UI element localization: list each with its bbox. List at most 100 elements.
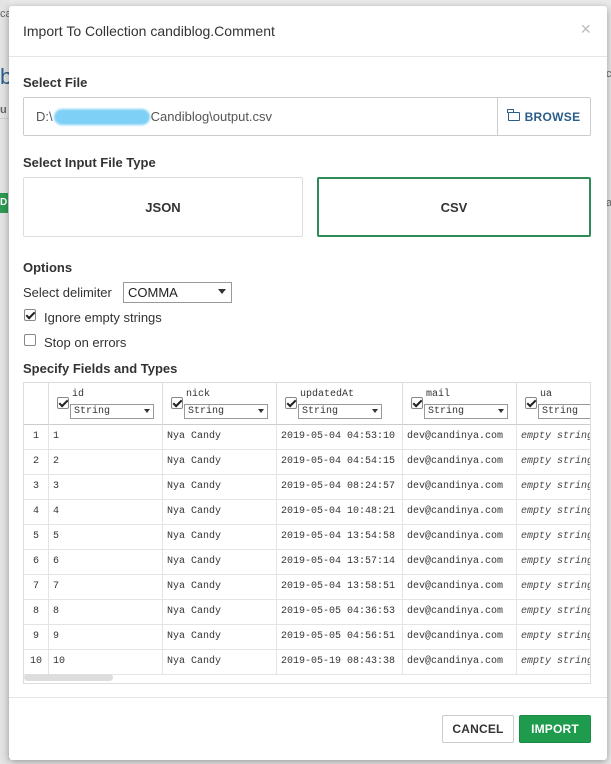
close-icon[interactable]: ×: [580, 19, 591, 40]
table-row: 8 8 Nya Candy 2019-05-05 04:36:53 dev@candin…: [24, 600, 590, 625]
background-fragment: u: [0, 104, 7, 116]
row-number: 2: [32, 456, 39, 467]
column-header-nick: nick String: [162, 383, 276, 425]
table-header: id String nick String updatedAt String m…: [24, 383, 590, 425]
row-number: 3: [32, 481, 39, 492]
table-cell-nick: Nya Candy: [162, 575, 276, 600]
table-cell-nick: Nya Candy: [162, 450, 276, 475]
fields-label: Specify Fields and Types: [23, 361, 178, 376]
stop-on-errors-checkbox[interactable]: [24, 334, 36, 346]
table-row: 4 4 Nya Candy 2019-05-04 10:48:21 dev@candin…: [24, 500, 590, 525]
chevron-down-icon: [498, 409, 504, 413]
column-type-select[interactable]: String: [70, 404, 154, 419]
file-path-input[interactable]: D:\ Candiblog\output.csv: [24, 98, 497, 135]
column-checkbox-id[interactable]: [57, 397, 69, 409]
table-cell-mail: dev@candinya.com: [402, 450, 516, 475]
table-cell-mail: dev@candinya.com: [402, 475, 516, 500]
modal-title: Import To Collection candiblog.Comment: [23, 23, 275, 39]
scrollbar-thumb[interactable]: [24, 674, 113, 681]
column-type-value: String: [74, 406, 111, 417]
table-cell-updatedat: 2019-05-04 13:57:14: [276, 550, 402, 575]
table-cell-id: 6: [48, 550, 162, 575]
table-cell-mail: dev@candinya.com: [402, 575, 516, 600]
column-checkbox-mail[interactable]: [411, 397, 423, 409]
table-row: 6 6 Nya Candy 2019-05-04 13:57:14 dev@candin…: [24, 550, 590, 575]
folder-open-icon: [507, 109, 520, 121]
column-type-value: String: [302, 406, 339, 417]
table-cell-id: 3: [48, 475, 162, 500]
row-number: 4: [32, 506, 39, 517]
table-cell-ua: empty string: [516, 450, 590, 475]
table-cell-updatedat: 2019-05-05 04:36:53: [276, 600, 402, 625]
row-number: 7: [32, 581, 39, 592]
table-cell-mail: dev@candinya.com: [402, 425, 516, 450]
import-modal: Import To Collection candiblog.Comment ×…: [9, 6, 607, 760]
table-cell-ua: empty string: [516, 525, 590, 550]
table-cell-mail: dev@candinya.com: [402, 550, 516, 575]
column-header-updatedat: updatedAt String: [276, 383, 402, 425]
table-cell-id: 2: [48, 450, 162, 475]
table-cell-mail: dev@candinya.com: [402, 600, 516, 625]
table-cell-updatedat: 2019-05-04 13:54:58: [276, 525, 402, 550]
table-cell-ua: empty string: [516, 625, 590, 650]
row-number: 9: [32, 631, 39, 642]
column-header-mail: mail String: [402, 383, 516, 425]
table-cell-updatedat: 2019-05-04 04:53:10: [276, 425, 402, 450]
column-name: mail: [426, 389, 451, 400]
chevron-down-icon: [144, 409, 150, 413]
file-path-suffix: Candiblog\output.csv: [150, 109, 273, 124]
table-cell-updatedat: 2019-05-04 04:54:15: [276, 450, 402, 475]
select-file-label: Select File: [23, 75, 88, 90]
table-row: 3 3 Nya Candy 2019-05-04 08:24:57 dev@candin…: [24, 475, 590, 500]
table-cell-nick: Nya Candy: [162, 500, 276, 525]
column-type-value: String: [188, 406, 225, 417]
delimiter-select[interactable]: COMMA: [123, 282, 232, 303]
redacted-path-segment: [53, 108, 150, 125]
table-cell-nick: Nya Candy: [162, 625, 276, 650]
modal-header: Import To Collection candiblog.Comment ×: [9, 6, 607, 57]
table-row: 5 5 Nya Candy 2019-05-04 13:54:58 dev@candin…: [24, 525, 590, 550]
delimiter-label: Select delimiter: [23, 285, 112, 300]
import-button[interactable]: IMPORT: [519, 715, 591, 743]
cancel-button[interactable]: CANCEL: [442, 715, 514, 743]
table-cell-id: 8: [48, 600, 162, 625]
column-name: nick: [186, 389, 211, 400]
file-type-json-button[interactable]: JSON: [23, 177, 303, 237]
table-cell-nick: Nya Candy: [162, 600, 276, 625]
table-cell-id: 7: [48, 575, 162, 600]
browse-button[interactable]: BROWSE: [497, 98, 590, 135]
table-cell-id: 5: [48, 525, 162, 550]
table-cell-mail: dev@candinya.com: [402, 500, 516, 525]
horizontal-scrollbar[interactable]: [23, 672, 591, 684]
column-type-select[interactable]: String: [538, 404, 590, 419]
modal-footer: CANCEL IMPORT: [9, 697, 607, 760]
column-checkbox-nick[interactable]: [171, 397, 183, 409]
chevron-down-icon: [258, 409, 264, 413]
table-cell-id: 1: [48, 425, 162, 450]
column-type-value: String: [428, 406, 465, 417]
table-cell-ua: empty string: [516, 600, 590, 625]
browse-label: BROWSE: [524, 109, 581, 124]
stop-on-errors-label: Stop on errors: [44, 335, 127, 350]
table-row: 2 2 Nya Candy 2019-05-04 04:54:15 dev@candin…: [24, 450, 590, 475]
column-checkbox-ua[interactable]: [525, 397, 537, 409]
column-type-select[interactable]: String: [298, 404, 382, 419]
table-cell-updatedat: 2019-05-04 08:24:57: [276, 475, 402, 500]
file-type-csv-button[interactable]: CSV: [317, 177, 591, 237]
table-cell-nick: Nya Candy: [162, 425, 276, 450]
column-checkbox-updatedat[interactable]: [285, 397, 297, 409]
table-cell-ua: empty string: [516, 425, 590, 450]
file-input-group: D:\ Candiblog\output.csv BROWSE: [23, 97, 591, 136]
column-type-value: String: [542, 406, 579, 417]
ignore-empty-checkbox[interactable]: [24, 309, 36, 321]
column-type-select[interactable]: String: [424, 404, 508, 419]
column-header-ua: ua String: [516, 383, 590, 425]
table-cell-id: 4: [48, 500, 162, 525]
column-type-select[interactable]: String: [184, 404, 268, 419]
chevron-down-icon: [372, 409, 378, 413]
row-number: 1: [32, 431, 39, 442]
background-divider: [0, 118, 9, 119]
row-number: 6: [32, 556, 39, 567]
column-name: ua: [540, 389, 553, 400]
input-type-label: Select Input File Type: [23, 155, 156, 170]
